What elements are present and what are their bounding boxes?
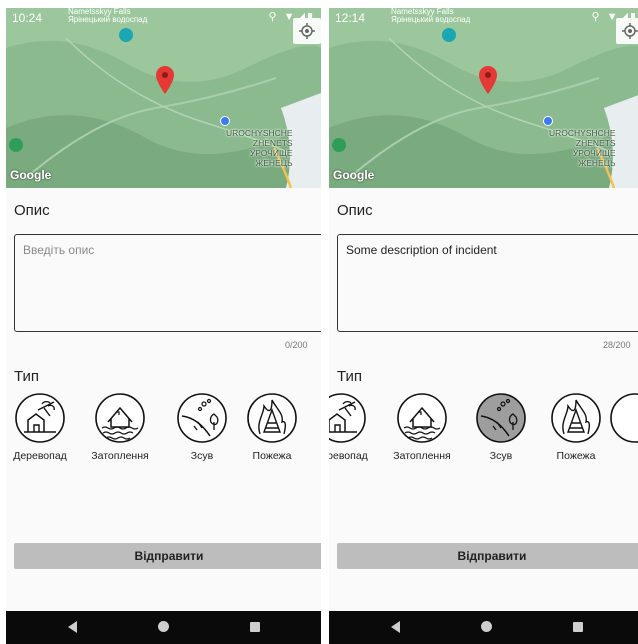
back-icon[interactable] (68, 621, 77, 633)
back-icon[interactable] (391, 621, 400, 633)
map-view[interactable]: 10:24 ⚲ ▼◢▮ Nametsskyy Falls Ярінецький … (6, 8, 321, 188)
hiker-poi-icon[interactable] (332, 138, 346, 152)
type-option-fallen-tree[interactable]: Деревопад (329, 392, 377, 472)
type-option-fire[interactable]: Пожежа (236, 392, 308, 472)
type-title: Тип (337, 368, 363, 385)
description-title: Опис (14, 202, 50, 219)
home-icon[interactable] (481, 621, 492, 632)
current-location-dot (543, 116, 553, 126)
android-nav-bar (329, 611, 638, 644)
android-nav-bar (6, 611, 321, 644)
type-option-landslide[interactable]: Зсув (166, 392, 238, 472)
current-location-dot (220, 116, 230, 126)
my-location-button[interactable] (616, 18, 638, 44)
submit-button[interactable]: Відправити (14, 543, 321, 569)
google-logo: Google (10, 168, 52, 182)
type-option-fire[interactable]: Пожежа (540, 392, 612, 472)
status-bar: 12:14 ⚲ ▼◢▮ (329, 8, 638, 26)
type-option-landslide[interactable]: Зсув (465, 392, 537, 472)
type-option-flood[interactable]: Затоплення (84, 392, 156, 472)
fallen-tree-icon (15, 393, 65, 443)
type-option-fallen-tree[interactable]: Деревопад (6, 392, 76, 472)
type-option-partial[interactable] (609, 392, 638, 444)
map-view[interactable]: 12:14 ⚲ ▼◢▮ Nametsskyy Falls Ярінецький … (329, 8, 638, 188)
fire-icon (551, 393, 601, 443)
landslide-icon (177, 393, 227, 443)
map-place-name-top: Nametsskyy Falls Ярінецький водоспад (68, 8, 148, 24)
hiker-poi-icon[interactable] (9, 138, 23, 152)
phone-screen-filled: 12:14 ⚲ ▼◢▮ Nametsskyy Falls Ярінецький … (329, 8, 638, 644)
description-placeholder: Введіть опис (23, 243, 95, 257)
recent-apps-icon[interactable] (573, 622, 583, 632)
my-location-button[interactable] (293, 18, 321, 44)
status-time: 12:14 (335, 11, 366, 25)
description-input[interactable]: Some description of incident (337, 234, 638, 332)
map-place-label: UROCHYSHCHE ZHENETS УРОЧИЩЕ ЖЕНЕЦЬ (226, 128, 293, 168)
crosshair-icon (299, 23, 315, 39)
description-input[interactable]: Введіть опис (14, 234, 321, 332)
map-place-name-top: Nametsskyy Falls Ярінецький водоспад (391, 8, 471, 24)
phone-screen-empty: 10:24 ⚲ ▼◢▮ Nametsskyy Falls Ярінецький … (6, 8, 321, 644)
type-title: Тип (14, 368, 40, 385)
char-counter: 28/200 (603, 340, 631, 350)
home-icon[interactable] (158, 621, 169, 632)
status-bar: 10:24 ⚲ ▼◢▮ (6, 8, 321, 26)
flood-icon (95, 393, 145, 443)
map-pin-icon[interactable] (479, 66, 497, 94)
map-place-label: UROCHYSHCHE ZHENETS УРОЧИЩЕ ЖЕНЕЦЬ (549, 128, 616, 168)
description-title: Опис (337, 202, 373, 219)
camera-poi-icon[interactable] (119, 28, 133, 42)
next-type-icon (610, 393, 638, 443)
camera-poi-icon[interactable] (442, 28, 456, 42)
fire-icon (247, 393, 297, 443)
description-value: Some description of incident (346, 243, 497, 257)
flood-icon (397, 393, 447, 443)
status-time: 10:24 (12, 11, 43, 25)
crosshair-icon (622, 23, 638, 39)
recent-apps-icon[interactable] (250, 622, 260, 632)
landslide-icon-selected (476, 393, 526, 443)
type-selector: Деревопад Затоплення Зсув (329, 392, 638, 472)
type-option-flood[interactable]: Затоплення (386, 392, 458, 472)
type-selector: Деревопад Затоплення Зсув (6, 392, 321, 472)
char-counter: 0/200 (285, 340, 308, 350)
map-pin-icon[interactable] (156, 66, 174, 94)
fallen-tree-icon (329, 393, 366, 443)
google-logo: Google (333, 168, 375, 182)
submit-button[interactable]: Відправити (337, 543, 638, 569)
